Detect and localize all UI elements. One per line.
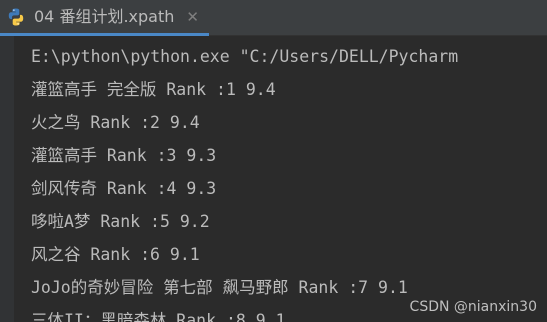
console-line: 灌篮高手 Rank :3 9.3 <box>31 146 217 165</box>
console-line: JoJo的奇妙冒险 第七部 飙马野郎 Rank :7 9.1 <box>31 278 408 297</box>
console-line: 风之谷 Rank :6 9.1 <box>31 245 200 264</box>
python-file-icon <box>6 7 26 27</box>
console-line: 三体II：黑暗森林 Rank :8 9.1 <box>31 311 286 322</box>
csdn-watermark: CSDN @nianxin30 <box>409 299 537 315</box>
console-line: 哆啦A梦 Rank :5 9.2 <box>31 212 210 231</box>
console-gutter <box>0 36 14 322</box>
tab-title: 04 番组计划.xpath <box>34 6 175 26</box>
run-console-output[interactable]: E:\python\python.exe "C:/Users/DELL/Pych… <box>31 36 547 322</box>
editor-tab-bar: 04 番组计划.xpath ✕ <box>0 0 547 36</box>
console-line: 剑风传奇 Rank :4 9.3 <box>31 179 217 198</box>
tab-04-xpath[interactable]: 04 番组计划.xpath ✕ <box>0 0 209 36</box>
console-line-command: E:\python\python.exe "C:/Users/DELL/Pych… <box>31 47 459 66</box>
console-line: 灌篮高手 完全版 Rank :1 9.4 <box>31 80 276 99</box>
console-line: 火之鸟 Rank :2 9.4 <box>31 113 200 132</box>
close-icon[interactable]: ✕ <box>186 7 199 27</box>
ide-window: 04 番组计划.xpath ✕ E:\python\python.exe "C:… <box>0 0 547 322</box>
